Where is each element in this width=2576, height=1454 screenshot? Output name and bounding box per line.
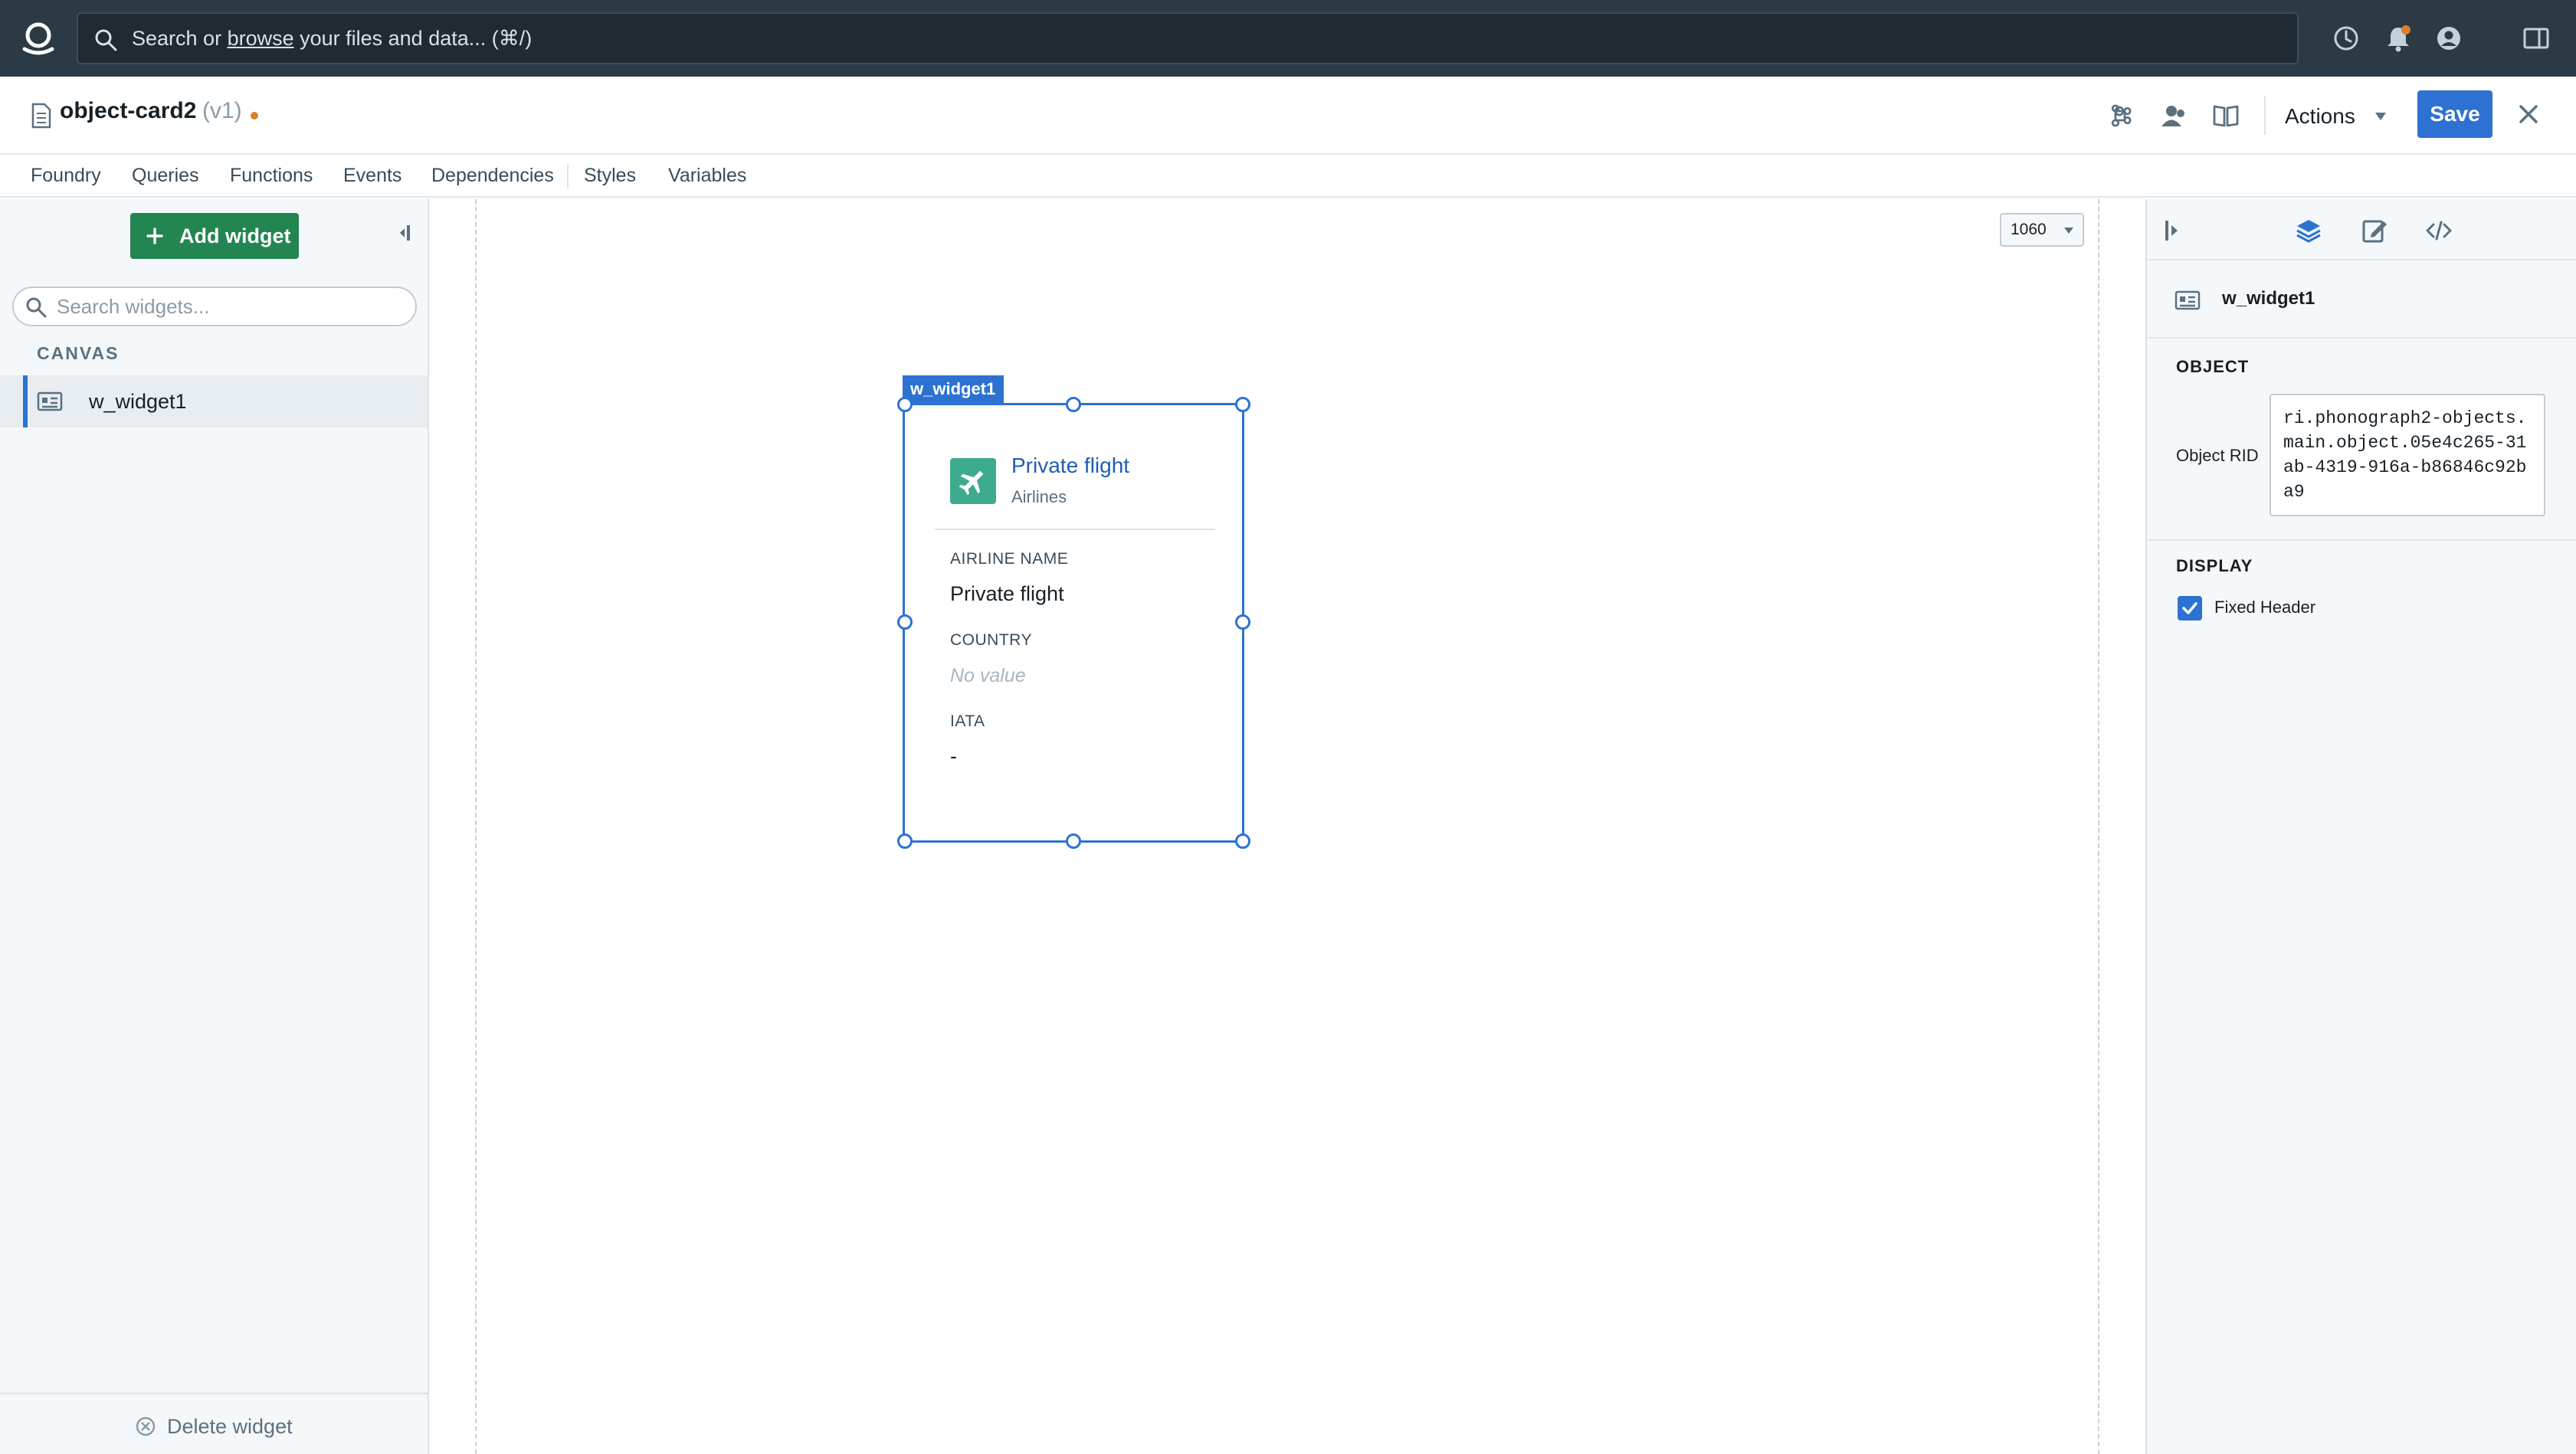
canvas-section-heading: CANVAS: [37, 343, 120, 363]
resize-handle-right[interactable]: [1235, 614, 1250, 630]
card-subtitle: Airlines: [1011, 487, 1067, 506]
widget-tree-panel: Add widget CANVAS w_widget1: [0, 199, 429, 1454]
selected-widget-name[interactable]: w_widget1: [2222, 276, 2315, 322]
actions-menu-button[interactable]: Actions: [2276, 93, 2398, 139]
panel-divider: [2147, 539, 2576, 541]
tree-item-label: w_widget1: [89, 390, 187, 413]
object-section-heading: OBJECT: [2176, 357, 2250, 376]
resize-handle-bottom-right[interactable]: [1235, 833, 1250, 849]
property-label-iata: IATA: [950, 712, 985, 730]
collapse-panel-icon[interactable]: [2159, 216, 2188, 245]
delete-widget-bar: Delete widget: [0, 1393, 428, 1454]
collaborators-icon[interactable]: [2159, 101, 2188, 130]
code-icon[interactable]: [2424, 216, 2453, 245]
card-divider: [935, 529, 1215, 530]
collapse-panel-icon[interactable]: [394, 222, 415, 244]
resize-handle-top-right[interactable]: [1235, 397, 1250, 412]
delete-circle-icon: [136, 1416, 156, 1436]
property-value-airline-name: Private flight: [950, 582, 1064, 605]
menu-queries[interactable]: Queries: [132, 155, 199, 196]
global-search-bar[interactable]: Search or browse your files and data... …: [77, 12, 2299, 64]
foundry-logo-icon[interactable]: [20, 20, 57, 57]
menu-separator: [567, 164, 569, 188]
fixed-header-checkbox[interactable]: [2178, 596, 2202, 621]
document-version: (v1): [202, 98, 242, 123]
plus-icon: [146, 228, 163, 244]
selected-indicator: [23, 375, 28, 427]
property-value-iata: -: [950, 745, 957, 768]
top-bar: Search or browse your files and data... …: [0, 0, 2576, 77]
edit-icon[interactable]: [2360, 216, 2389, 245]
account-icon[interactable]: [2433, 23, 2464, 54]
airplane-icon: [959, 470, 984, 496]
header-separator: [2264, 97, 2266, 135]
help-icon[interactable]: [2331, 23, 2361, 54]
display-section-heading: DISPLAY: [2176, 556, 2253, 575]
browse-link[interactable]: browse: [228, 27, 294, 50]
tree-item-w-widget1[interactable]: w_widget1: [0, 375, 428, 427]
property-value-country: No value: [950, 665, 1026, 686]
widget-search-input[interactable]: [57, 291, 401, 322]
layers-icon[interactable]: [2294, 216, 2323, 245]
card-object-icon: [950, 458, 996, 504]
docs-book-icon[interactable]: [2211, 101, 2240, 130]
resize-handle-bottom[interactable]: [1066, 833, 1081, 849]
resize-handle-bottom-left[interactable]: [897, 833, 913, 849]
menu-dependencies[interactable]: Dependencies: [431, 155, 554, 196]
menu-variables[interactable]: Variables: [668, 155, 746, 196]
search-icon: [26, 297, 47, 318]
selected-widget-header: w_widget1: [2175, 276, 2558, 322]
panel-toolbar-divider: [2147, 259, 2576, 260]
canvas-width-select[interactable]: 1060: [2000, 213, 2084, 247]
canvas-right-guide: [2098, 199, 2099, 1454]
canvas-left-guide: [475, 199, 477, 1454]
chevron-down-icon: [2064, 228, 2073, 234]
chevron-down-icon: [2375, 113, 2386, 120]
delete-widget-label: Delete widget: [167, 1415, 293, 1438]
delete-widget-button[interactable]: Delete widget: [135, 1407, 303, 1443]
menu-foundry[interactable]: Foundry: [31, 155, 101, 196]
add-widget-button[interactable]: Add widget: [130, 213, 299, 259]
panel-divider: [2147, 337, 2576, 339]
object-card-icon: [2175, 290, 2201, 310]
widget-name-tag[interactable]: w_widget1: [903, 375, 1004, 403]
property-label-airline-name: AIRLINE NAME: [950, 550, 1069, 568]
unsaved-changes-indicator: [251, 112, 258, 120]
checkmark-icon: [2182, 602, 2197, 614]
property-label-country: COUNTRY: [950, 631, 1032, 649]
menu-styles[interactable]: Styles: [584, 155, 636, 196]
document-icon: [31, 103, 51, 129]
widget-config-panel: w_widget1 OBJECT Object RID ri.phonograp…: [2145, 199, 2576, 1454]
resize-handle-top[interactable]: [1066, 397, 1081, 412]
object-rid-input[interactable]: ri.phonograph2-objects.main.object.05e4c…: [2270, 394, 2545, 516]
object-rid-label: Object RID: [2176, 446, 2259, 465]
app-header: object-card2 (v1) Actions Save: [0, 77, 2576, 155]
editor-canvas[interactable]: [431, 199, 2145, 1454]
menu-events[interactable]: Events: [343, 155, 401, 196]
resize-handle-left[interactable]: [897, 614, 913, 630]
document-title[interactable]: object-card2: [60, 98, 196, 124]
actions-label: Actions: [2285, 104, 2355, 128]
card-title-link[interactable]: Private flight: [1011, 454, 1129, 478]
widget-search-field[interactable]: [12, 287, 417, 326]
fixed-header-label[interactable]: Fixed Header: [2214, 598, 2315, 617]
search-icon: [95, 29, 117, 51]
resize-handle-top-left[interactable]: [897, 397, 913, 412]
notifications-icon[interactable]: [2383, 23, 2414, 54]
close-icon[interactable]: [2515, 100, 2542, 128]
save-button[interactable]: Save: [2417, 90, 2492, 138]
global-search-placeholder: Search or browse your files and data... …: [132, 27, 533, 50]
add-widget-label: Add widget: [179, 224, 291, 247]
canvas-width-value: 1060: [2011, 221, 2047, 238]
menu-functions[interactable]: Functions: [230, 155, 313, 196]
editor-menu-bar: Foundry Queries Functions Events Depende…: [0, 155, 2576, 198]
sidebar-toggle-icon[interactable]: [2521, 23, 2551, 54]
object-card-icon: [37, 391, 63, 411]
command-icon[interactable]: [2106, 101, 2135, 130]
